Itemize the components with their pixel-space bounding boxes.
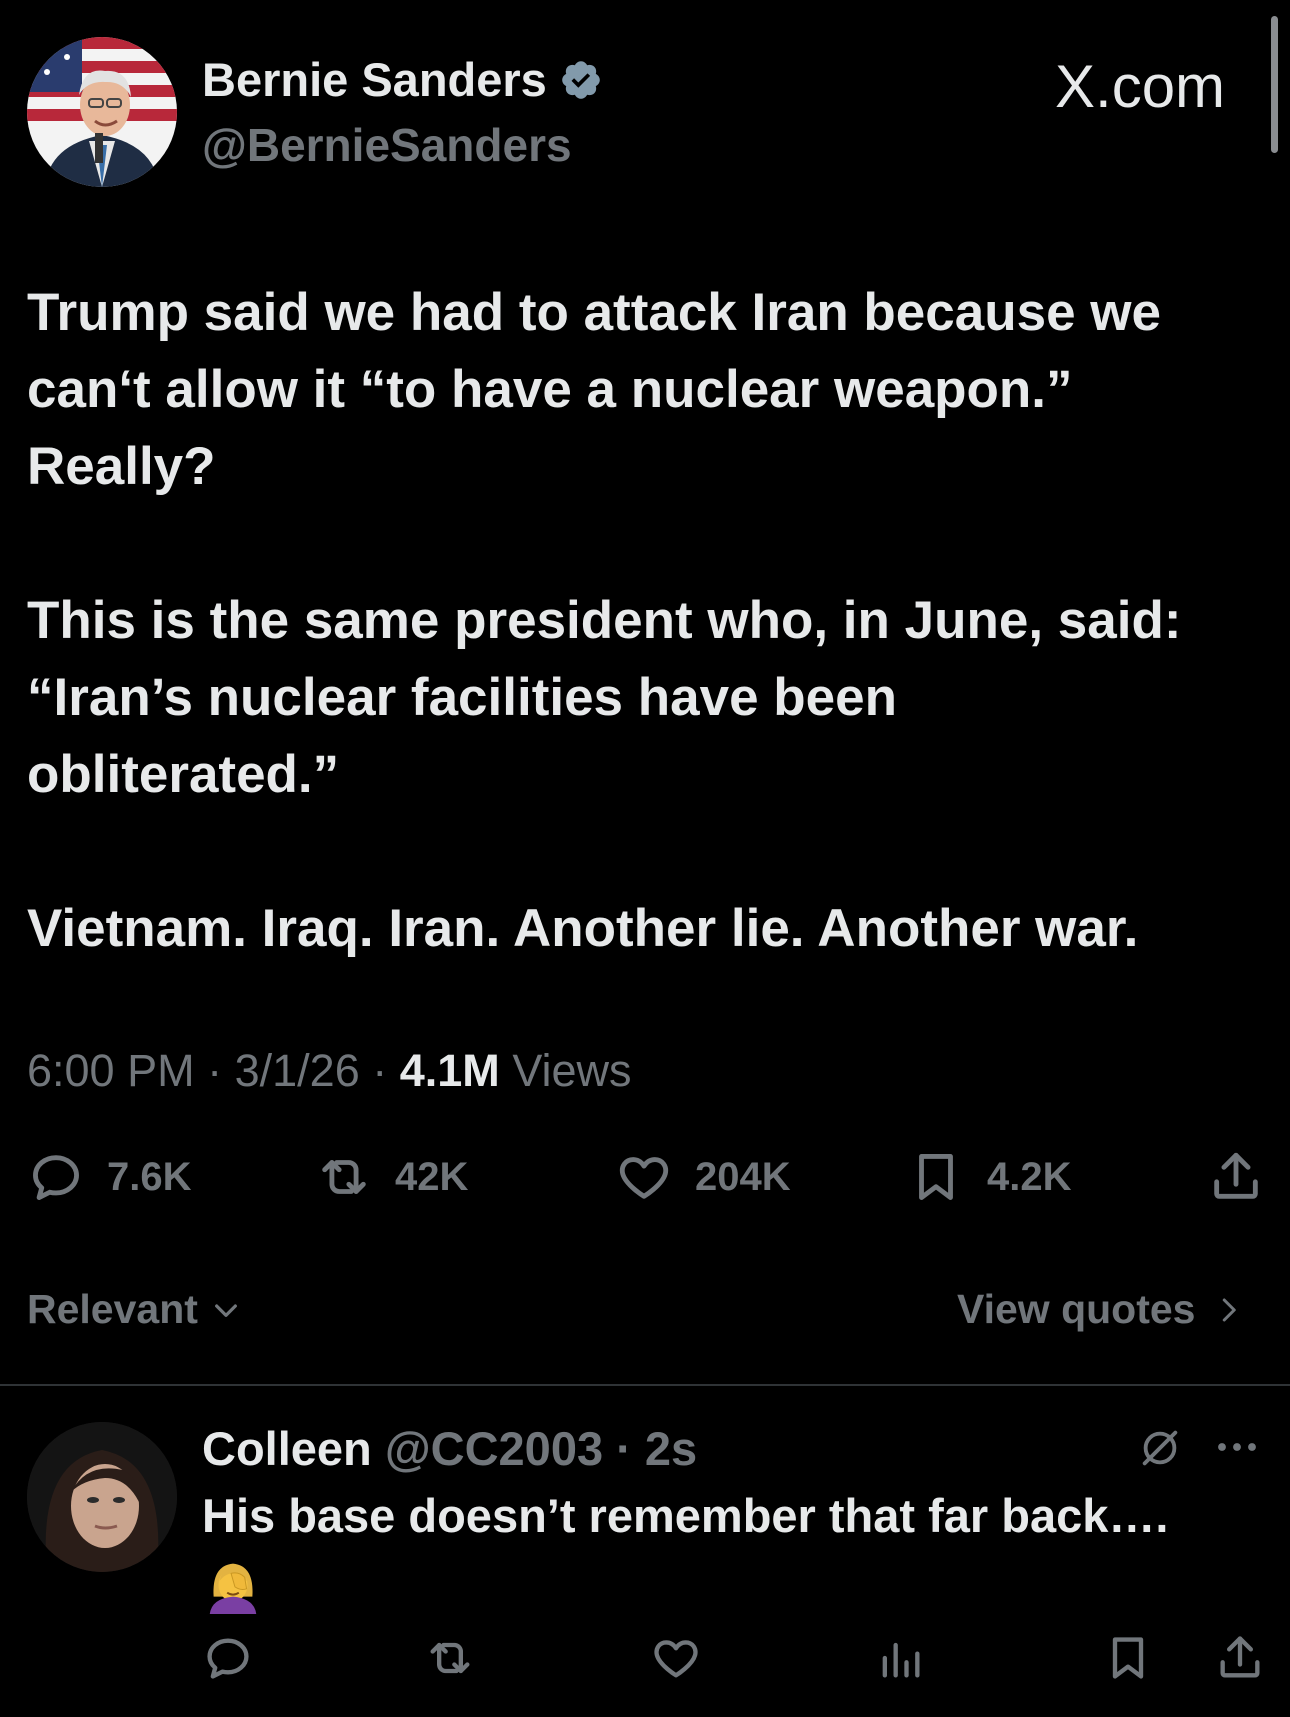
views-count: 4.1M: [399, 1045, 500, 1096]
reply-share-button[interactable]: [1214, 1632, 1266, 1689]
share-icon: [1214, 1152, 1258, 1199]
bookmark-icon: [919, 1154, 953, 1200]
views-icon: [882, 1642, 920, 1678]
reply-count: 7.6K: [107, 1154, 192, 1199]
bookmark-count: 4.2K: [987, 1154, 1072, 1199]
x-watermark: X.com: [1055, 53, 1226, 120]
tweet-actions: 7.6K 42K 204K 4.2K: [27, 1148, 1267, 1208]
bookmark-icon: [1112, 1637, 1144, 1679]
reply-views-button[interactable]: [874, 1632, 926, 1689]
reply-author-handle[interactable]: @CC2003: [385, 1422, 603, 1475]
view-quotes-label: View quotes: [957, 1286, 1196, 1332]
scrollbar[interactable]: [1271, 16, 1278, 153]
reply-reply-button[interactable]: [202, 1632, 254, 1689]
like-count: 204K: [695, 1154, 791, 1199]
reply-icon: [207, 1638, 249, 1679]
tweet-line: obliterated.”: [27, 745, 340, 804]
author-avatar[interactable]: [27, 37, 177, 187]
chevron-right-icon: [1223, 1298, 1237, 1321]
repost-button[interactable]: 42K: [315, 1148, 468, 1206]
reply-time[interactable]: 2s: [645, 1422, 697, 1475]
chevron-down-icon: [214, 1303, 237, 1317]
tweet-line: Really?: [27, 437, 216, 496]
more-options-icon[interactable]: [1214, 1432, 1260, 1462]
verified-badge-icon: [562, 60, 600, 99]
reply-avatar[interactable]: [27, 1422, 177, 1572]
tweet-meta: 6:00 PM · 3/1/26 · 4.1M Views: [27, 1045, 632, 1097]
views-label: Views: [512, 1045, 632, 1096]
heart-icon: [654, 1640, 698, 1678]
author-name-row[interactable]: Bernie Sanders: [202, 52, 603, 107]
tweet-line: This is the same president who, in June,…: [27, 591, 1182, 650]
meta-separator: ·: [372, 1045, 400, 1096]
divider: [0, 1384, 1290, 1386]
like-button[interactable]: 204K: [615, 1148, 791, 1206]
meta-separator: ·: [603, 1422, 645, 1475]
sort-dropdown[interactable]: Relevant: [27, 1286, 242, 1333]
sort-label: Relevant: [27, 1286, 198, 1332]
tweet-line: Vietnam. Iraq. Iran. Another lie. Anothe…: [27, 899, 1139, 958]
reply-text: His base doesn’t remember that far back……: [202, 1489, 1169, 1542]
tweet-time[interactable]: 6:00 PM: [27, 1045, 195, 1096]
reply-header: Colleen @CC2003 · 2s: [202, 1421, 697, 1476]
reply-repost-button[interactable]: [424, 1632, 476, 1689]
author-name[interactable]: Bernie Sanders: [202, 52, 547, 107]
repost-count: 42K: [395, 1154, 469, 1199]
grok-icon[interactable]: [1137, 1425, 1183, 1471]
reply-button[interactable]: 7.6K: [27, 1148, 192, 1206]
reply-bookmark-button[interactable]: [1102, 1632, 1154, 1689]
reply-actions: [202, 1632, 1272, 1692]
share-button[interactable]: [1207, 1148, 1265, 1206]
repost-icon: [430, 1642, 470, 1674]
view-quotes-link[interactable]: View quotes: [957, 1286, 1243, 1333]
reply-avatar-image: [27, 1422, 177, 1572]
woman-facepalming-icon: [209, 1563, 257, 1614]
reply-like-button[interactable]: [650, 1632, 702, 1689]
tweet-date[interactable]: 3/1/26: [235, 1045, 360, 1096]
author-handle[interactable]: @BernieSanders: [202, 118, 572, 172]
meta-separator: ·: [207, 1045, 235, 1096]
repost-icon: [322, 1160, 366, 1194]
bookmark-button[interactable]: 4.2K: [907, 1148, 1072, 1206]
avatar-image: [27, 37, 177, 187]
heart-icon: [619, 1157, 669, 1199]
reply-icon: [33, 1155, 79, 1200]
reply-author-name[interactable]: Colleen: [202, 1422, 372, 1475]
tweet-line: can‘t allow it “to have a nuclear weapon…: [27, 360, 1073, 419]
tweet-line: Trump said we had to attack Iran because…: [27, 283, 1161, 342]
share-icon: [1220, 1636, 1260, 1678]
tweet-line: “Iran’s nuclear facilities have been: [27, 668, 897, 727]
tweet-text: Trump said we had to attack Iran because…: [27, 274, 1267, 967]
